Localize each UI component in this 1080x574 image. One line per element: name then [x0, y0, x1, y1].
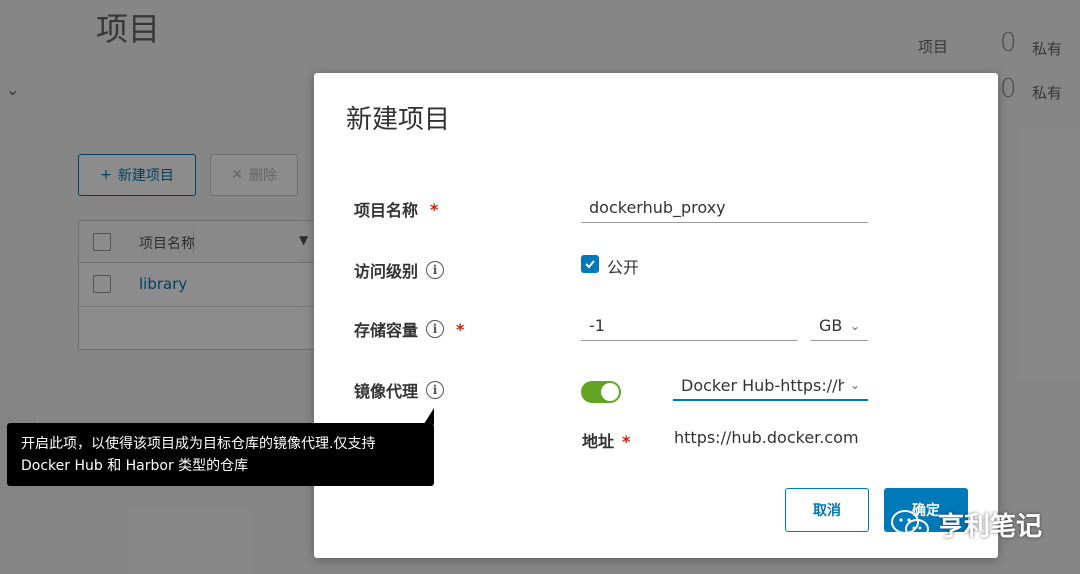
project-name-input[interactable]: dockerhub_proxy — [581, 193, 868, 223]
tooltip-line: 开启此项，以使得该项目成为目标仓库的镜像代理.仅支持 — [21, 436, 376, 452]
checkmark-icon — [585, 260, 595, 269]
proxy-cache-label-text: 镜像代理 — [354, 382, 419, 401]
address-value: https://hub.docker.com — [674, 428, 859, 447]
info-icon[interactable]: i — [426, 261, 445, 279]
info-icon[interactable]: i — [426, 320, 445, 338]
project-name-label-text: 项目名称 — [354, 201, 419, 220]
address-label-text: 地址 — [582, 432, 615, 451]
storage-quota-label-text: 存储容量 — [354, 321, 419, 340]
proxy-cache-tooltip: 开启此项，以使得该项目成为目标仓库的镜像代理.仅支持 Docker Hub 和 … — [7, 423, 434, 486]
storage-unit-value: GB — [819, 316, 843, 335]
proxy-endpoint-value: Docker Hub-https://hu — [681, 375, 844, 395]
address-label: 地址 * — [582, 428, 630, 452]
tooltip-line: Docker Hub 和 Harbor 类型的仓库 — [21, 458, 249, 474]
wechat-icon — [891, 509, 929, 539]
toggle-knob — [601, 383, 619, 401]
storage-quota-input[interactable]: -1 — [581, 311, 797, 341]
access-level-label: 访问级别 i — [354, 258, 445, 282]
public-label: 公开 — [607, 258, 640, 277]
public-checkbox[interactable] — [581, 255, 599, 273]
proxy-cache-toggle[interactable] — [581, 381, 621, 403]
proxy-cache-label: 镜像代理 i — [354, 378, 445, 402]
project-name-label: 项目名称 * — [354, 197, 438, 221]
dialog-title: 新建项目 — [346, 105, 451, 135]
cancel-button[interactable]: 取消 — [785, 488, 869, 532]
watermark-text: 亨利笔记 — [938, 512, 1043, 542]
access-level-label-text: 访问级别 — [354, 262, 419, 281]
storage-quota-label: 存储容量 i * — [354, 317, 464, 341]
chevron-down-icon: ⌄ — [849, 318, 860, 333]
required-mark: * — [622, 432, 631, 451]
info-icon[interactable]: i — [426, 381, 445, 399]
tooltip-arrow — [424, 408, 434, 424]
proxy-endpoint-select[interactable]: Docker Hub-https://hu ⌄ — [673, 371, 868, 401]
storage-unit-select[interactable]: GB ⌄ — [811, 311, 868, 341]
required-mark: * — [456, 319, 465, 339]
chevron-down-icon: ⌄ — [849, 378, 860, 392]
required-mark: * — [430, 199, 439, 219]
watermark: 亨利笔记 — [890, 506, 1042, 543]
